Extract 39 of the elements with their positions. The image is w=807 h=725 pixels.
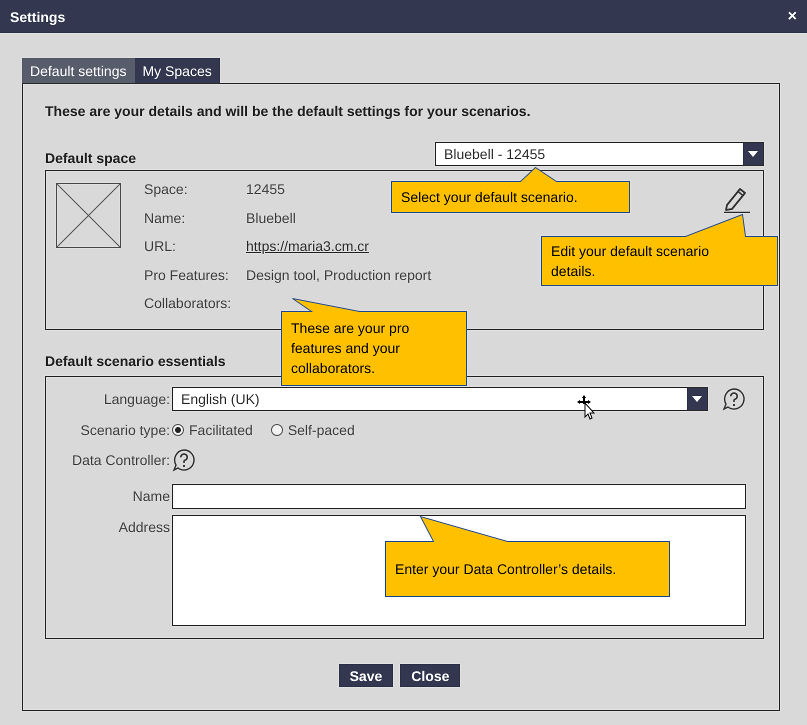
close-button[interactable]: × — [786, 8, 799, 26]
move-cursor-icon — [577, 394, 597, 420]
field-label: Scenario type: — [80, 421, 170, 440]
url-link[interactable]: https://maria3.cm.cr — [246, 237, 369, 256]
name-field[interactable] — [172, 484, 746, 509]
field-label: Language: — [102, 390, 170, 409]
callout-text: Enter your Data Controller’s details. — [395, 560, 616, 578]
radio-option[interactable]: Self-paced — [270, 422, 355, 438]
callout-text: Select your default scenario. — [401, 188, 578, 206]
tab[interactable]: Default settings — [22, 58, 134, 83]
detail-label: Name: — [144, 208, 186, 228]
field-label: Data Controller: — [70, 451, 170, 470]
detail-value: Bluebell — [246, 208, 296, 228]
field-label: Name — [132, 487, 170, 506]
language-dropdown[interactable]: English (UK) — [172, 387, 708, 411]
radio-option[interactable]: Facilitated — [172, 422, 253, 438]
detail-value: 12455 — [246, 180, 285, 199]
detail-label: Space: — [144, 180, 188, 199]
dialog-button[interactable]: Save — [338, 664, 394, 687]
section-heading: Default space — [45, 150, 136, 166]
window-title: Settings — [10, 8, 66, 24]
detail-value: Design tool, Production report — [246, 266, 432, 284]
detail-label: Pro Features: — [144, 266, 229, 284]
intro-text: These are your details and will be the default settings for your scenarios. — [45, 103, 532, 119]
pencil-icon[interactable] — [723, 185, 751, 213]
caret-icon — [687, 388, 707, 410]
callout-text: These are your pro features and your collaborators. — [291, 319, 410, 378]
detail-label: Collaborators: — [144, 294, 232, 313]
caret-icon — [743, 143, 763, 165]
detail-label: URL: — [144, 237, 176, 256]
section-heading: Default scenario essentials — [45, 353, 226, 369]
field-label: Address — [118, 518, 170, 537]
help-icon[interactable] — [172, 448, 196, 472]
help-icon[interactable] — [722, 387, 746, 411]
space-dropdown[interactable]: Bluebell - 12455 — [435, 142, 764, 166]
callout-text: Edit your default scenario details. — [551, 242, 710, 280]
image-placeholder-icon — [56, 183, 121, 248]
tab[interactable]: My Spaces — [134, 58, 220, 83]
dialog-button[interactable]: Close — [400, 664, 460, 687]
